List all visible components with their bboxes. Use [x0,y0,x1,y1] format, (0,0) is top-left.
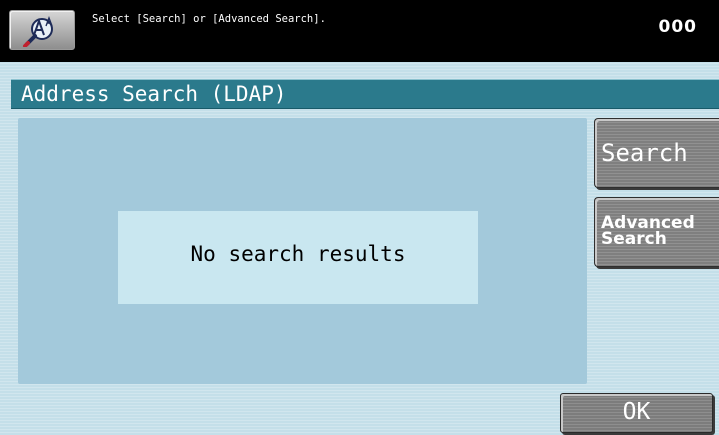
ok-button[interactable]: OK [560,393,713,433]
search-button[interactable]: Search [594,118,719,188]
results-area: No search results [18,118,587,384]
no-results-message: No search results [190,242,406,266]
page-title: Address Search (LDAP) [21,82,287,106]
screen: Select [Search] or [Advanced Search]. 00… [0,0,719,435]
accessibility-button[interactable] [9,10,75,50]
title-bar: Address Search (LDAP) [11,79,719,109]
status-bar: Select [Search] or [Advanced Search]. 00… [0,0,719,62]
ok-button-label: OK [622,399,651,425]
accessibility-icon [23,16,53,47]
search-button-label: Search [601,139,688,167]
results-message-box: No search results [118,211,478,304]
status-message: Select [Search] or [Advanced Search]. [92,13,326,25]
advanced-search-button-label: Advanced Search [601,213,695,249]
advanced-search-button[interactable]: Advanced Search [594,197,719,267]
counter: 000 [658,17,697,37]
